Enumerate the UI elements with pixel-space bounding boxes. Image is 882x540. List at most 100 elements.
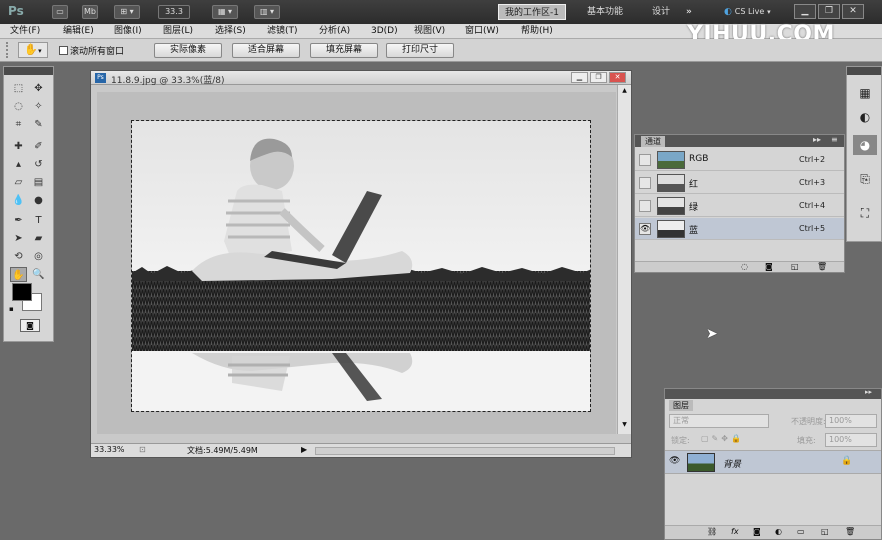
default-colors-icon[interactable]: ▪ [9, 305, 14, 313]
load-selection-icon[interactable]: ◌ [741, 262, 748, 271]
path-selection-tool-icon[interactable]: ➤ [10, 231, 27, 246]
zoom-percentage[interactable]: 33.33% [94, 445, 125, 454]
eye-icon[interactable]: 👁 [669, 456, 680, 466]
layer-mask-icon[interactable]: ◙ [753, 527, 761, 536]
fit-screen-button[interactable]: 适合屏幕 [232, 43, 300, 58]
channels-tab[interactable]: 通道 [641, 136, 665, 147]
scroll-all-windows-checkbox[interactable] [59, 46, 68, 55]
new-channel-icon[interactable]: ◱ [791, 262, 799, 271]
workspace-tab-essentials[interactable]: 基本功能 [587, 4, 623, 20]
menu-file[interactable]: 文件(F) [10, 25, 40, 38]
fill-field[interactable]: 100% [825, 433, 877, 447]
workspace-tab-custom[interactable]: 我的工作区-1 [498, 4, 566, 20]
channel-row-green[interactable]: 绿 Ctrl+4 [635, 195, 844, 217]
healing-brush-tool-icon[interactable]: ✚ [10, 139, 27, 154]
channel-row-blue[interactable]: 👁 蓝 Ctrl+5 [635, 218, 844, 240]
blend-mode-select[interactable]: 正常 [669, 414, 769, 428]
menu-image[interactable]: 图像(I) [114, 25, 142, 38]
menu-analysis[interactable]: 分析(A) [319, 25, 350, 38]
menu-edit[interactable]: 编辑(E) [63, 25, 94, 38]
channels-panel-icon[interactable]: ◕ [853, 135, 877, 155]
tools-panel-header[interactable] [4, 67, 53, 75]
quick-selection-tool-icon[interactable]: ✧ [30, 99, 47, 114]
zoom-tool-icon[interactable]: 🔍 [30, 267, 47, 282]
hand-tool-icon[interactable]: ✋ [10, 267, 27, 282]
view-extras-button[interactable]: ⊞ ▾ [114, 5, 140, 19]
lock-options-icon[interactable]: ▢✎✥🔒 [701, 434, 744, 443]
close-button[interactable]: ✕ [842, 4, 864, 19]
new-layer-icon[interactable]: ◱ [821, 527, 829, 536]
eye-icon[interactable]: 👁 [639, 223, 651, 235]
channel-visibility-toggle[interactable] [639, 177, 651, 189]
panel-collapse-icon[interactable]: ▸▸ [813, 135, 821, 144]
gradient-tool-icon[interactable]: ▤ [30, 175, 47, 190]
document-canvas[interactable] [97, 92, 616, 434]
clone-stamp-tool-icon[interactable]: ▴ [10, 157, 27, 172]
doc-minimize-button[interactable]: ▁ [571, 72, 588, 83]
cs-live-button[interactable]: ◐ CS Live ▾ [724, 4, 771, 20]
3d-rotate-tool-icon[interactable]: ⟲ [10, 249, 27, 264]
menu-help[interactable]: 帮助(H) [521, 25, 553, 38]
status-info-icon[interactable]: ⊡ [139, 445, 146, 454]
scroll-down-icon[interactable]: ▼ [620, 421, 629, 430]
3d-orbit-tool-icon[interactable]: ◎ [30, 249, 47, 264]
options-grip[interactable] [6, 42, 14, 58]
mini-bridge-button[interactable]: Mb [82, 5, 98, 19]
history-panel-icon[interactable]: ⎘ [853, 169, 877, 189]
delete-channel-icon[interactable]: 🗑 [817, 262, 827, 271]
delete-layer-icon[interactable]: 🗑 [845, 527, 855, 536]
arrange-documents-button[interactable]: ▦ ▾ [212, 5, 238, 19]
menu-filter[interactable]: 滤镜(T) [267, 25, 298, 38]
doc-restore-button[interactable]: ❐ [590, 72, 607, 83]
layers-panel-header[interactable]: ▸▸ [665, 388, 881, 399]
quick-mask-icon[interactable]: ◙ [20, 319, 40, 332]
blur-tool-icon[interactable]: 💧 [10, 193, 27, 208]
more-workspaces-button[interactable]: » [686, 4, 692, 20]
new-group-icon[interactable]: ▭ [797, 527, 805, 536]
photo-image[interactable] [131, 120, 591, 412]
pen-tool-icon[interactable]: ✒ [10, 213, 27, 228]
restore-button[interactable]: ❐ [818, 4, 840, 19]
menu-3d[interactable]: 3D(D) [371, 25, 398, 38]
link-layers-icon[interactable]: ⛓ [707, 527, 717, 536]
marquee-tool-icon[interactable]: ⬚ [10, 81, 27, 96]
document-title-bar[interactable]: Ps 11.8.9.jpg @ 33.3%(蓝/8) ▁ ❐ ✕ [91, 71, 631, 86]
channels-panel-header[interactable]: 通道 ▸▸ ≡ [635, 135, 844, 147]
brush-tool-icon[interactable]: ✐ [30, 139, 47, 154]
adjustments-panel-icon[interactable]: ◐ [853, 107, 877, 127]
layer-row-background[interactable]: 👁 背景 🔒 [665, 450, 881, 474]
channel-visibility-toggle[interactable] [639, 154, 651, 166]
launch-bridge-button[interactable]: ▭ [52, 5, 68, 19]
fill-screen-button[interactable]: 填充屏幕 [310, 43, 378, 58]
channel-row-red[interactable]: 红 Ctrl+3 [635, 172, 844, 194]
actual-pixels-button[interactable]: 实际像素 [154, 43, 222, 58]
minimize-button[interactable]: ▁ [794, 4, 816, 19]
workspace-tab-design[interactable]: 设计 [652, 4, 670, 20]
layer-style-icon[interactable]: fx [731, 527, 739, 536]
tool-preset-picker[interactable]: ✋▾ [18, 42, 48, 58]
eraser-tool-icon[interactable]: ▱ [10, 175, 27, 190]
screen-mode-button[interactable]: ▥ ▾ [254, 5, 280, 19]
type-tool-icon[interactable]: T [30, 213, 47, 228]
zoom-level-field[interactable]: 33.3 [158, 5, 190, 19]
move-tool-icon[interactable]: ✥ [30, 81, 47, 96]
histogram-panel-icon[interactable]: ▦ [853, 83, 877, 103]
shape-tool-icon[interactable]: ▰ [30, 231, 47, 246]
status-menu-arrow-icon[interactable]: ▶ [301, 445, 311, 454]
print-size-button[interactable]: 打印尺寸 [386, 43, 454, 58]
scroll-up-icon[interactable]: ▲ [620, 87, 629, 96]
opacity-field[interactable]: 100% [825, 414, 877, 428]
adjustment-layer-icon[interactable]: ◐ [775, 527, 782, 536]
transform-panel-icon[interactable]: ⛶ [853, 203, 877, 223]
vertical-scrollbar[interactable]: ▲ ▼ [617, 85, 631, 434]
history-brush-tool-icon[interactable]: ↺ [30, 157, 47, 172]
channel-row-rgb[interactable]: RGB Ctrl+2 [635, 149, 844, 171]
panel-menu-icon[interactable]: ≡ [831, 135, 838, 144]
eyedropper-tool-icon[interactable]: ✎ [30, 117, 47, 132]
channel-visibility-toggle[interactable] [639, 200, 651, 212]
menu-window[interactable]: 窗口(W) [465, 25, 499, 38]
layers-tab[interactable]: 图层 [669, 400, 693, 411]
crop-tool-icon[interactable]: ⌗ [10, 117, 27, 132]
dodge-tool-icon[interactable]: ● [30, 193, 47, 208]
panel-collapse-icon[interactable]: ▸▸ [865, 388, 872, 396]
